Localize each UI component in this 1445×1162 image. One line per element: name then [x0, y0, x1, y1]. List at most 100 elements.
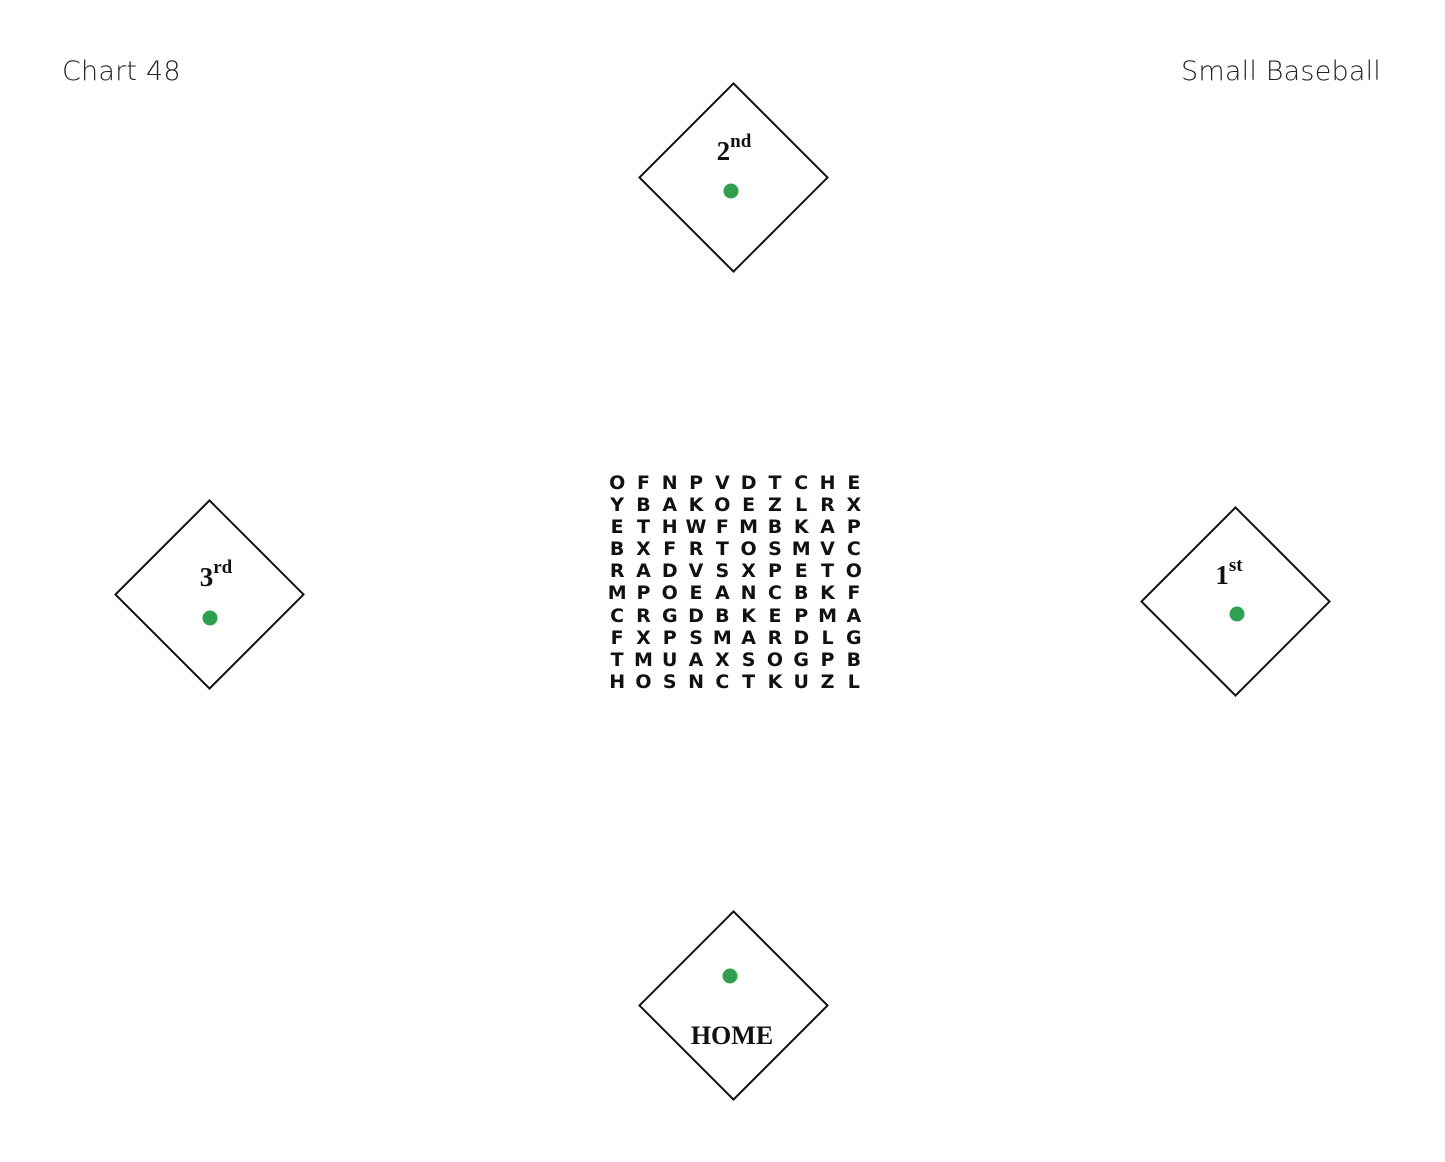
letter-cell: C: [794, 472, 809, 494]
letter-cell: E: [742, 494, 756, 517]
letter-cell: M: [739, 516, 759, 539]
letter-cell: C: [767, 582, 782, 605]
letter-cell: B: [715, 604, 730, 627]
first-base-number: 1: [1215, 560, 1229, 590]
letter-cell: X: [636, 538, 651, 561]
letter-cell: Z: [820, 670, 835, 693]
letter-cell: D: [688, 604, 704, 627]
letter-cell: M: [712, 626, 732, 649]
letter-cell: H: [609, 670, 626, 693]
letter-cell: V: [688, 560, 704, 583]
letter-cell: R: [767, 626, 783, 649]
letter-cell: U: [662, 648, 678, 671]
first-base-diamond: [1140, 506, 1331, 697]
letter-cell: F: [663, 538, 677, 561]
letter-cell: T: [715, 538, 729, 561]
second-base-label: 2nd: [717, 131, 752, 167]
second-base-diamond: [638, 82, 829, 273]
letter-cell: N: [740, 582, 757, 605]
letter-cell: P: [794, 604, 809, 627]
letter-cell: S: [715, 560, 730, 583]
letter-grid-row: TMUAXSOGPB: [604, 649, 868, 671]
letter-cell: H: [819, 472, 836, 494]
letter-cell: M: [607, 582, 627, 605]
letter-cell: A: [741, 626, 756, 649]
letter-cell: P: [846, 516, 861, 539]
second-base-dot: [723, 183, 739, 199]
letter-cell: S: [662, 670, 677, 693]
letter-grid-row: YBAKOEZLRX: [604, 494, 868, 516]
letter-cell: S: [768, 538, 782, 561]
home-plate-dot: [722, 968, 738, 984]
third-base-number: 3: [199, 562, 214, 592]
letter-cell: P: [767, 560, 782, 583]
letter-grid-row: OFNPVDTCHE: [604, 472, 868, 494]
letter-cell: L: [821, 626, 834, 649]
letter-grid-row: RADVSXPETO: [604, 560, 868, 582]
letter-cell: E: [768, 604, 782, 627]
letter-cell: K: [820, 582, 835, 605]
first-base-dot: [1229, 606, 1245, 622]
home-plate-label: HOME: [690, 1021, 774, 1050]
letter-cell: F: [636, 472, 650, 494]
letter-cell: D: [740, 472, 757, 494]
letter-cell: X: [636, 626, 651, 649]
letter-cell: T: [636, 516, 650, 539]
first-base-label: 1st: [1215, 555, 1242, 591]
letter-cell: A: [846, 604, 862, 627]
letter-cell: O: [766, 648, 783, 671]
letter-cell: F: [610, 626, 624, 649]
third-base-diamond: [114, 499, 305, 690]
letter-cell: A: [662, 494, 678, 517]
letter-cell: S: [741, 648, 756, 671]
letter-cell: A: [688, 648, 704, 671]
letter-cell: P: [636, 582, 651, 605]
letter-cell: B: [609, 538, 625, 561]
letter-cell: B: [767, 516, 783, 539]
letter-cell: E: [610, 516, 624, 539]
letter-grid-row: BXFRTOSMVC: [604, 538, 868, 560]
letter-cell: T: [610, 648, 624, 671]
letter-cell: K: [793, 516, 809, 539]
second-base-suffix: nd: [730, 131, 752, 152]
letter-cell: G: [793, 648, 810, 671]
third-base-suffix: rd: [213, 557, 233, 578]
letter-cell: P: [662, 626, 677, 649]
letter-cell: X: [846, 494, 862, 517]
letter-cell: D: [661, 560, 678, 583]
home-plate-diamond: [638, 910, 829, 1101]
letter-cell: B: [793, 582, 809, 605]
letter-cell: T: [768, 472, 782, 494]
letter-cell: V: [820, 538, 835, 561]
letter-grid-row: HOSNCTKUZL: [604, 671, 868, 693]
letter-cell: N: [661, 472, 678, 494]
letter-cell: T: [821, 560, 834, 583]
letter-cell: R: [609, 560, 625, 583]
letter-cell: S: [689, 626, 703, 649]
letter-cell: U: [793, 670, 809, 693]
letter-grid-row: ETHWFMBKAP: [604, 516, 868, 538]
letter-cell: R: [688, 538, 704, 561]
letter-cell: O: [714, 494, 731, 517]
letter-cell: O: [609, 472, 626, 494]
letter-cell: G: [661, 604, 678, 627]
letter-cell: V: [714, 472, 730, 494]
letter-cell: B: [636, 494, 651, 517]
chart-number: Chart 48: [62, 56, 181, 87]
letter-cell: Y: [610, 494, 625, 517]
letter-cell: E: [689, 582, 703, 605]
letter-grid-row: CRGDBKEPMA: [604, 605, 868, 627]
letter-cell: G: [846, 626, 862, 649]
letter-cell: K: [767, 670, 783, 693]
letter-grid-row: FXPSMARDLG: [604, 627, 868, 649]
letter-cell: K: [688, 494, 704, 517]
letter-cell: P: [689, 472, 703, 494]
letter-cell: A: [636, 560, 651, 583]
letter-cell: Z: [768, 494, 782, 517]
letter-cell: E: [794, 560, 808, 583]
third-base-label: 3rd: [199, 557, 233, 593]
letter-cell: W: [685, 516, 707, 539]
letter-cell: L: [795, 494, 808, 517]
letter-cell: C: [610, 604, 625, 627]
letter-cell: A: [714, 582, 730, 605]
